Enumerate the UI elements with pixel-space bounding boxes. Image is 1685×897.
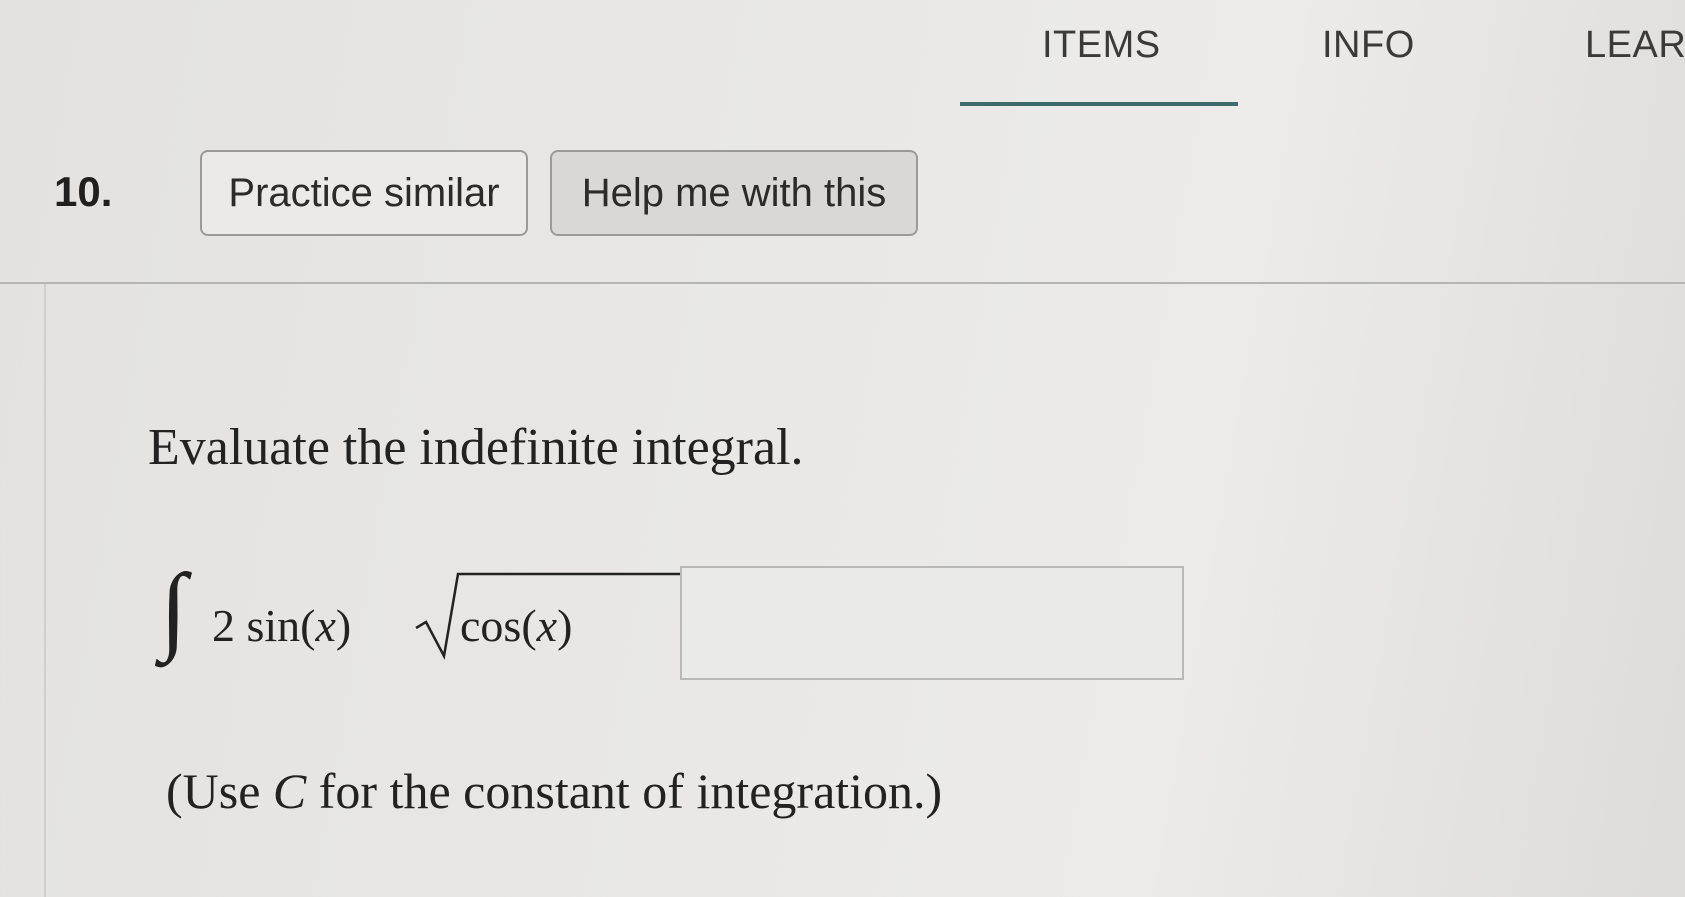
- integrand-lead: 2 sin(x): [212, 600, 352, 651]
- question-number: 10.: [54, 168, 113, 215]
- integral-sign: ∫: [160, 555, 187, 663]
- active-tab-indicator: [960, 102, 1238, 106]
- tab-learn[interactable]: LEARN: [1585, 24, 1685, 67]
- radicand: cos(x): [460, 600, 573, 651]
- tab-info[interactable]: INFO: [1322, 24, 1415, 67]
- question-prompt: Evaluate the indefinite integral.: [148, 419, 804, 476]
- help-me-button[interactable]: Help me with this: [550, 150, 918, 236]
- header-divider: [0, 282, 1685, 284]
- answer-input[interactable]: [680, 566, 1184, 680]
- top-nav-tabs: ITEMS INFO LEARN: [960, 0, 1685, 110]
- content-left-border: [44, 284, 46, 897]
- tab-items[interactable]: ITEMS: [1042, 24, 1161, 67]
- practice-similar-button[interactable]: Practice similar: [200, 150, 528, 236]
- constant-note: (Use C for the constant of integration.): [166, 763, 943, 819]
